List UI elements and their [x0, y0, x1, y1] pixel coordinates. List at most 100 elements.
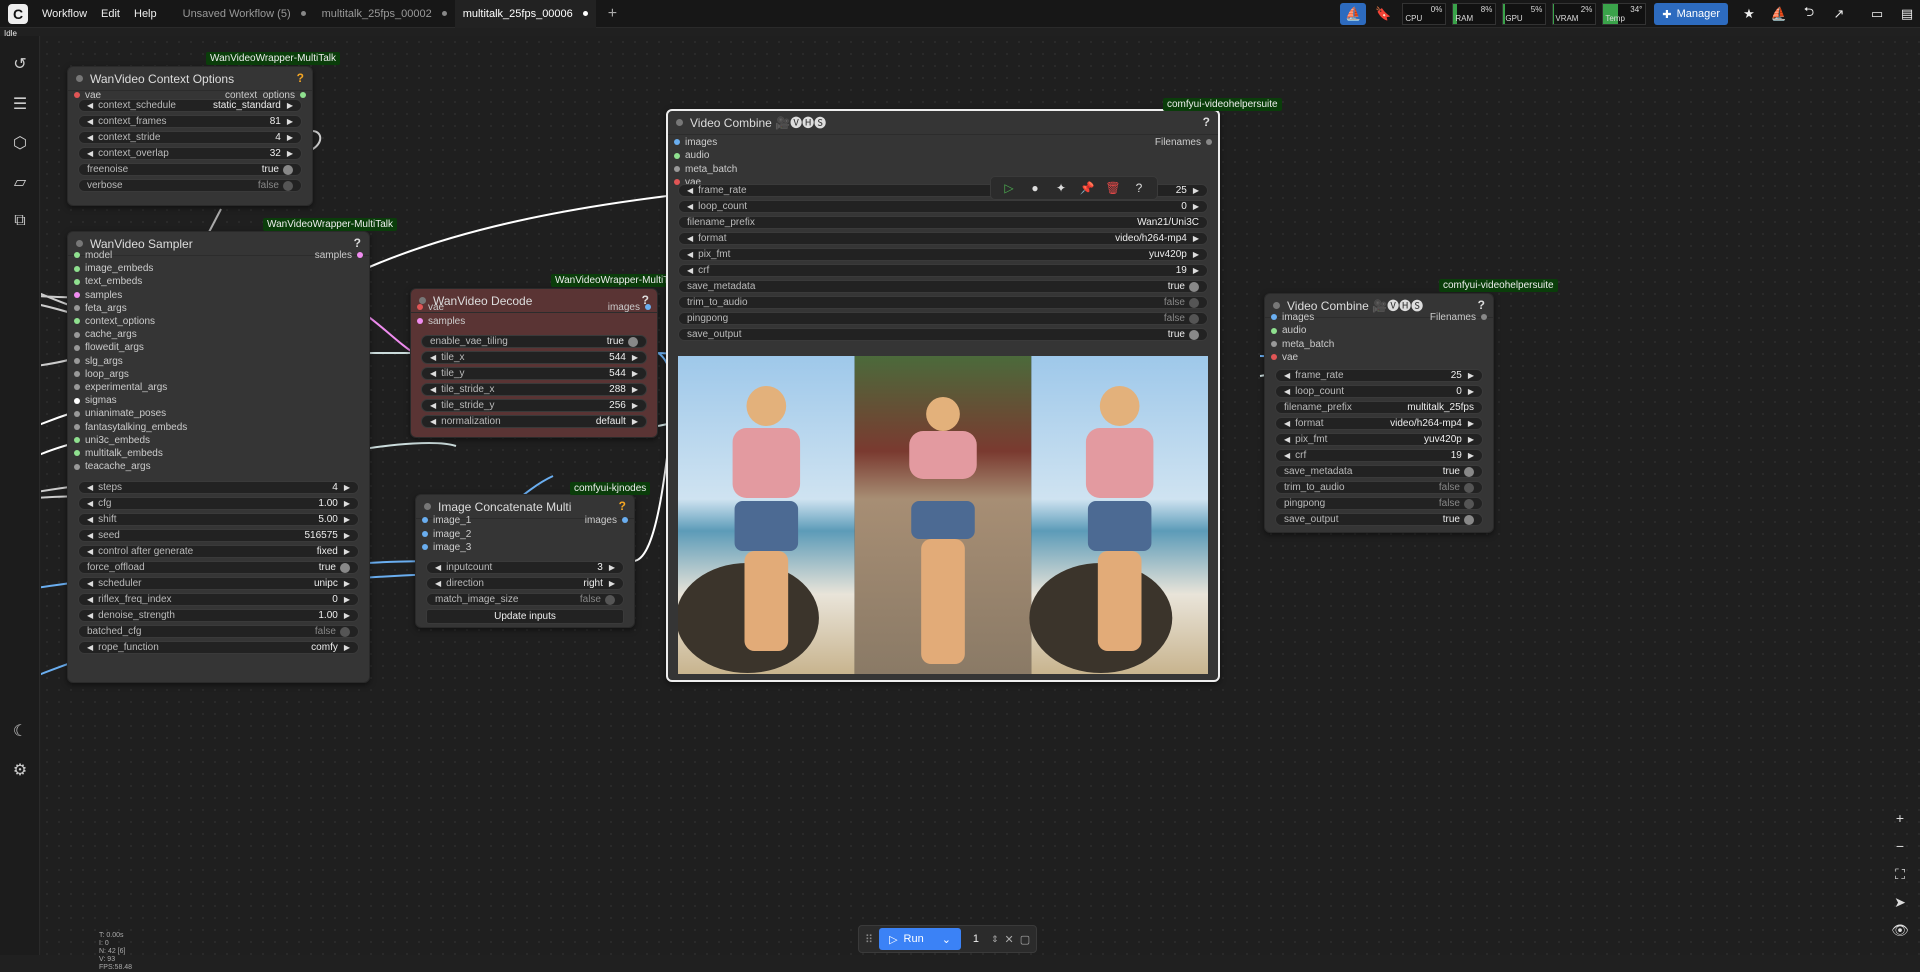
- increment-arrow-icon[interactable]: ▶: [632, 401, 638, 410]
- widget-riflex-freq-index[interactable]: ◀ riflex_freq_index 0 ▶: [78, 593, 359, 606]
- new-tab-plus-icon[interactable]: +: [608, 5, 617, 23]
- increment-arrow-icon[interactable]: ▶: [1468, 387, 1474, 396]
- toggle-switch[interactable]: [340, 626, 350, 637]
- slot-dot[interactable]: [74, 265, 80, 272]
- slot-dot[interactable]: [74, 384, 80, 391]
- queue-list-icon[interactable]: ☰: [8, 92, 32, 116]
- increment-arrow-icon[interactable]: ▶: [1193, 234, 1199, 243]
- decrement-arrow-icon[interactable]: ◀: [87, 547, 93, 556]
- input-slot-image-3[interactable]: image_3: [422, 541, 471, 554]
- decrement-arrow-icon[interactable]: ◀: [87, 117, 93, 126]
- increment-arrow-icon[interactable]: ▶: [287, 101, 293, 110]
- slot-dot[interactable]: [674, 139, 680, 146]
- input-slot-multitalk-embeds[interactable]: multitalk_embeds: [74, 447, 163, 460]
- widget-scheduler[interactable]: ◀ scheduler unipc ▶: [78, 577, 359, 590]
- widget-pix-fmt[interactable]: ◀ pix_fmt yuv420p ▶: [678, 248, 1208, 261]
- star-icon[interactable]: ★: [1736, 3, 1762, 25]
- input-slot-meta-batch[interactable]: meta_batch: [674, 163, 737, 176]
- slot-dot[interactable]: [622, 517, 628, 524]
- input-slot-context-options[interactable]: context_options: [74, 315, 155, 328]
- increment-arrow-icon[interactable]: ▶: [344, 643, 350, 652]
- decrement-arrow-icon[interactable]: ◀: [430, 417, 436, 426]
- help-circle-icon[interactable]: ?: [1129, 181, 1149, 195]
- widget-format[interactable]: ◀ format video/h264-mp4 ▶: [678, 232, 1208, 245]
- node-decode[interactable]: WanVideo Decode? vae samples images enable_v…: [410, 288, 658, 438]
- tab-multitalk-00002[interactable]: multitalk_25fps_00002: [314, 0, 455, 28]
- slot-dot[interactable]: [74, 344, 80, 351]
- widget-tile-x[interactable]: ◀ tile_x 544 ▶: [421, 351, 647, 364]
- toggle-switch[interactable]: [1189, 297, 1199, 308]
- help-icon[interactable]: ?: [619, 499, 626, 513]
- slot-dot[interactable]: [1271, 327, 1277, 334]
- node-collapse-dot[interactable]: [76, 75, 83, 82]
- decrement-arrow-icon[interactable]: ◀: [87, 149, 93, 158]
- theme-moon-icon[interactable]: ☾: [8, 719, 32, 743]
- increment-arrow-icon[interactable]: ▶: [1468, 435, 1474, 444]
- share-icon[interactable]: ⮌: [1796, 3, 1822, 25]
- decrement-arrow-icon[interactable]: ◀: [1284, 419, 1290, 428]
- slot-dot[interactable]: [74, 423, 80, 430]
- increment-arrow-icon[interactable]: ▶: [632, 369, 638, 378]
- help-icon[interactable]: ?: [297, 71, 304, 85]
- widget-filename-prefix[interactable]: filename_prefix multitalk_25fps: [1275, 401, 1483, 414]
- widget-context-stride[interactable]: ◀ context_stride 4 ▶: [78, 131, 302, 144]
- decrement-arrow-icon[interactable]: ◀: [87, 643, 93, 652]
- widget-loop-count[interactable]: ◀ loop_count 0 ▶: [1275, 385, 1483, 398]
- delete-icon[interactable]: 🗑: [1103, 181, 1123, 195]
- decrement-arrow-icon[interactable]: ◀: [430, 353, 436, 362]
- widget-cfg[interactable]: ◀ cfg 1.00 ▶: [78, 497, 359, 510]
- widget-tile-y[interactable]: ◀ tile_y 544 ▶: [421, 367, 647, 380]
- cancel-icon[interactable]: ✕: [1004, 933, 1013, 946]
- decrement-arrow-icon[interactable]: ◀: [87, 499, 93, 508]
- queue-icon[interactable]: ⛵: [1340, 3, 1367, 25]
- comfy-logo-icon[interactable]: C: [8, 3, 28, 24]
- increment-arrow-icon[interactable]: ▶: [632, 417, 638, 426]
- menu-workflow[interactable]: Workflow: [42, 8, 87, 20]
- output-slot-images[interactable]: images: [608, 301, 651, 314]
- slot-dot[interactable]: [1271, 340, 1277, 347]
- widget-context-schedule[interactable]: ◀ context_schedule static_standard ▶: [78, 99, 302, 112]
- slot-dot[interactable]: [357, 252, 363, 259]
- node-collapse-dot[interactable]: [676, 119, 683, 126]
- menu-edit[interactable]: Edit: [101, 8, 120, 20]
- input-slot-teacache-args[interactable]: teacache_args: [74, 460, 151, 473]
- decrement-arrow-icon[interactable]: ◀: [430, 369, 436, 378]
- manager-button[interactable]: ✚ Manager: [1654, 3, 1728, 25]
- input-slot-loop-args[interactable]: loop_args: [74, 368, 129, 381]
- node-title[interactable]: Video Combine 🎥🅥🅗🅢?: [668, 111, 1218, 135]
- slot-dot[interactable]: [300, 92, 306, 99]
- history-icon[interactable]: ↺: [8, 52, 32, 76]
- toggle-switch[interactable]: [1464, 482, 1474, 493]
- decrement-arrow-icon[interactable]: ◀: [87, 531, 93, 540]
- widget-save-output[interactable]: save_output true: [1275, 513, 1483, 526]
- help-icon[interactable]: ?: [1478, 298, 1485, 312]
- slot-dot[interactable]: [1206, 139, 1212, 146]
- widget-match-image-size[interactable]: match_image_size false: [426, 593, 624, 606]
- decrement-arrow-icon[interactable]: ◀: [430, 401, 436, 410]
- increment-arrow-icon[interactable]: ▶: [1468, 371, 1474, 380]
- widget-freenoise[interactable]: freenoise true: [78, 163, 302, 176]
- input-slot-meta-batch[interactable]: meta_batch: [1271, 338, 1334, 351]
- widget-enable-vae-tiling[interactable]: enable_vae_tiling true: [421, 335, 647, 348]
- help-icon[interactable]: ?: [354, 236, 361, 250]
- widget-verbose[interactable]: verbose false: [78, 179, 302, 192]
- video-preview[interactable]: [678, 356, 1208, 674]
- slot-dot[interactable]: [674, 165, 680, 172]
- increment-arrow-icon[interactable]: ▶: [632, 385, 638, 394]
- increment-arrow-icon[interactable]: ▶: [632, 353, 638, 362]
- decrement-arrow-icon[interactable]: ◀: [687, 250, 693, 259]
- slot-dot[interactable]: [417, 304, 423, 311]
- increment-arrow-icon[interactable]: ▶: [609, 579, 615, 588]
- color-picker-icon[interactable]: ●: [1025, 181, 1045, 195]
- input-slot-flowedit-args[interactable]: flowedit_args: [74, 341, 144, 354]
- widget-pingpong[interactable]: pingpong false: [678, 312, 1208, 325]
- node-combine-side[interactable]: Video Combine 🎥🅥🅗🅢? images audio meta_batch…: [1264, 293, 1494, 533]
- slot-dot[interactable]: [417, 317, 423, 324]
- input-slot-audio[interactable]: audio: [1271, 324, 1306, 337]
- toggle-switch[interactable]: [1464, 514, 1474, 525]
- toggle-switch[interactable]: [1189, 281, 1199, 292]
- widget-batched-cfg[interactable]: batched_cfg false: [78, 625, 359, 638]
- decrement-arrow-icon[interactable]: ◀: [87, 595, 93, 604]
- slot-dot[interactable]: [422, 530, 428, 537]
- widget-crf[interactable]: ◀ crf 19 ▶: [1275, 449, 1483, 462]
